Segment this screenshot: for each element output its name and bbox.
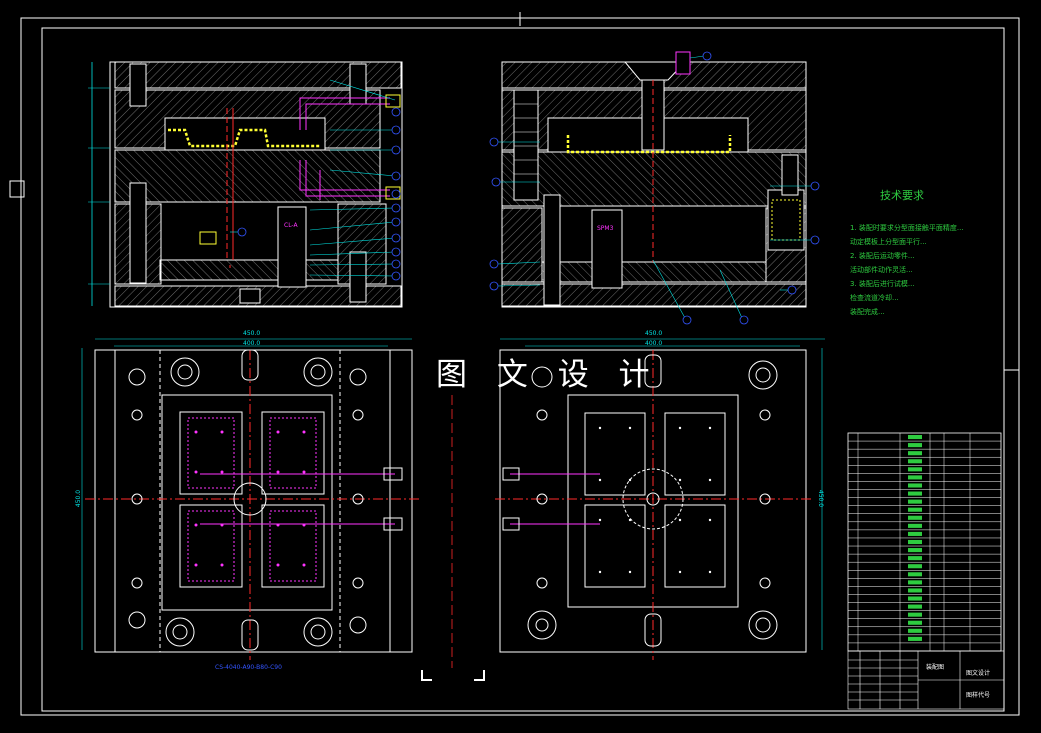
parts-row-mark	[908, 523, 922, 528]
parts-row-mark	[908, 604, 922, 609]
title-block-unit: 图文设计	[966, 670, 991, 677]
parts-row-mark	[908, 531, 922, 536]
parts-row-mark	[908, 564, 922, 569]
dim-right-height: 450.0	[817, 489, 825, 508]
section-markers	[421, 395, 485, 681]
tech-line-7: 装配完成...	[850, 308, 885, 316]
dim-left-height: 450.0	[75, 489, 83, 508]
tech-requirements-title: 技术要求	[880, 189, 924, 202]
dim-right-outer: 450.0	[645, 330, 663, 337]
parts-row-mark	[908, 596, 922, 601]
title-block-drawing-no: 图样代号	[966, 692, 991, 699]
left-section-view	[88, 61, 403, 308]
parts-row-mark	[908, 620, 922, 625]
parts-row-mark	[908, 459, 922, 464]
tech-line-1: 1. 装配时要求分型面接触平面精度...	[850, 224, 964, 232]
watermark: 图 文 设 计	[436, 357, 660, 393]
tech-line-4: 活动部件动作灵活...	[850, 266, 913, 274]
dim-left-inner: 400.0	[243, 340, 261, 347]
parts-row-mark	[908, 483, 922, 488]
title-block-name: 装配图	[926, 664, 945, 671]
parts-row-mark	[908, 580, 922, 585]
dim-right-inner: 400.0	[645, 340, 663, 347]
parts-row-mark	[908, 539, 922, 545]
parts-row-mark	[908, 475, 922, 480]
left-inner-label: CL-A	[284, 222, 298, 229]
parts-row-mark	[908, 451, 922, 456]
parts-row-mark	[908, 556, 922, 561]
dim-left-outer: 450.0	[243, 330, 261, 337]
left-bottom-caption: CS-4040-A90-B80-C90	[215, 664, 282, 671]
right-inner-label: SPM3	[597, 225, 614, 232]
parts-row-mark	[908, 636, 922, 641]
parts-row-mark	[908, 588, 922, 593]
parts-row-mark	[908, 499, 922, 504]
parts-row-mark	[908, 612, 922, 617]
parts-row-mark	[908, 443, 922, 448]
parts-row-mark	[908, 435, 922, 440]
parts-row-mark	[908, 491, 922, 496]
tech-line-3: 2. 装配后运动零件...	[850, 252, 915, 260]
title-block	[847, 650, 1005, 710]
parts-row-mark	[908, 467, 922, 472]
left-plan-view	[81, 338, 420, 660]
right-section-view	[489, 51, 820, 325]
parts-row-mark	[908, 507, 922, 512]
parts-row-mark	[908, 515, 922, 520]
tech-line-5: 3. 装配后进行试模...	[850, 280, 915, 288]
parts-row-mark	[908, 572, 922, 577]
parts-row-mark	[908, 628, 922, 633]
tech-line-2: 动定模板上分型面平行...	[850, 238, 927, 246]
parts-list-table	[847, 432, 1002, 652]
parts-row-mark	[908, 548, 922, 553]
tech-line-6: 检查流道冷却...	[850, 294, 899, 302]
